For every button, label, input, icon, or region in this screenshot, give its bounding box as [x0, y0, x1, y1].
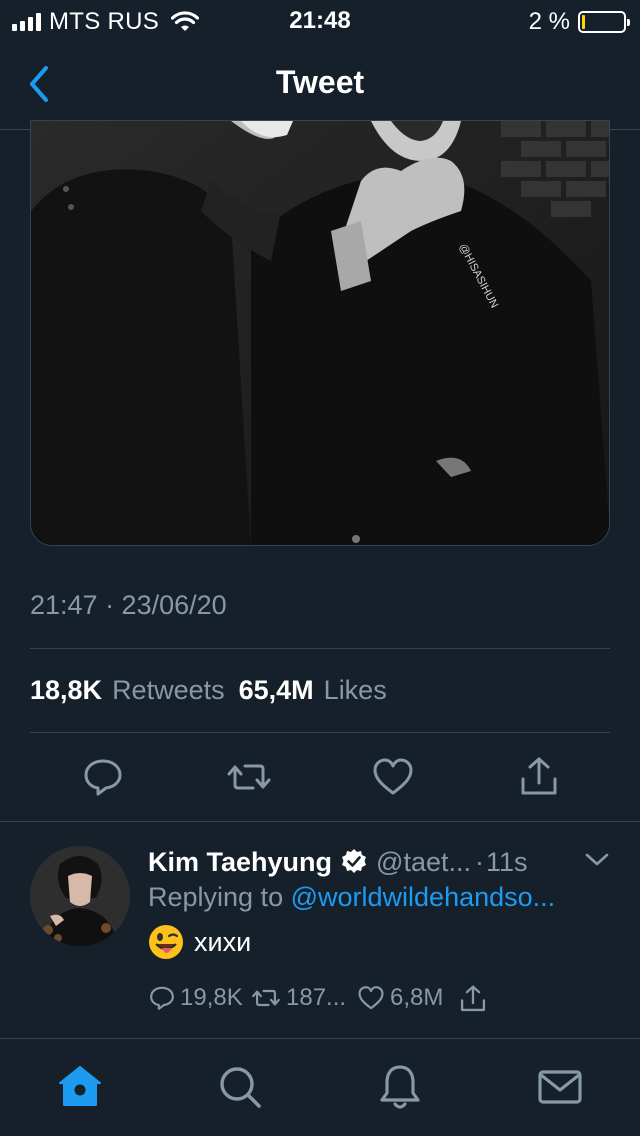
replying-prefix: Replying to: [148, 882, 284, 912]
battery-icon: [578, 11, 630, 33]
battery-percentage: 2 %: [528, 8, 570, 35]
tweet-detail-screen: MTS RUS 21:48 2 % Tweet @HISASIHUN 21:47…: [0, 0, 640, 1136]
reply-header: Kim Taehyung @taet... · 11s: [148, 844, 618, 880]
search-icon[interactable]: [216, 1063, 264, 1111]
photo-illustration: @HISASIHUN: [31, 121, 609, 545]
notifications-icon[interactable]: [376, 1063, 424, 1111]
retweet-count: 187...: [286, 984, 347, 1011]
divider: [30, 648, 610, 649]
likes-label[interactable]: Likes: [324, 675, 387, 706]
reply-body: хихи: [148, 924, 251, 960]
reply-tweet[interactable]: Kim Taehyung @taet... · 11s Replying to …: [0, 822, 640, 1038]
reply-icon[interactable]: [81, 755, 125, 799]
replying-to: Replying to @worldwildehandso...: [148, 882, 618, 913]
like-count: 6,8M: [390, 984, 444, 1011]
reply-retweet-button[interactable]: 187...: [250, 984, 346, 1012]
reply-time: 11s: [485, 846, 528, 877]
home-icon[interactable]: [56, 1063, 104, 1111]
page-title: Tweet: [275, 64, 365, 100]
share-icon: [460, 985, 486, 1012]
likes-count[interactable]: 65,4M: [239, 675, 314, 706]
status-right: 2 %: [528, 8, 630, 36]
author-handle[interactable]: @taet...: [376, 847, 471, 878]
share-icon[interactable]: [517, 755, 561, 799]
retweet-icon[interactable]: [227, 755, 271, 799]
reply-like-button[interactable]: 6,8M: [356, 984, 443, 1012]
reply-share-button[interactable]: [458, 984, 488, 1014]
messages-icon[interactable]: [536, 1063, 584, 1111]
like-icon[interactable]: [371, 755, 415, 799]
reply-count: 19,8K: [180, 984, 243, 1011]
navigation-bar: Tweet: [0, 42, 640, 130]
tweet-actions: [0, 755, 640, 799]
chevron-down-icon[interactable]: [584, 852, 610, 868]
reply-reply-button[interactable]: 19,8K: [148, 984, 243, 1012]
retweet-icon: [252, 989, 280, 1007]
reply-icon: [150, 986, 174, 1010]
author-name[interactable]: Kim Taehyung: [148, 847, 332, 878]
retweets-count[interactable]: 18,8K: [30, 675, 102, 706]
tweet-timestamp: 21:47 · 23/06/20: [30, 590, 227, 620]
like-icon: [358, 986, 384, 1010]
avatar[interactable]: [30, 846, 130, 946]
replying-mention-link[interactable]: @worldwildehandso...: [291, 882, 556, 912]
separator-dot: ·: [474, 846, 484, 877]
divider: [30, 732, 610, 733]
tweet-media-image[interactable]: @HISASIHUN: [30, 120, 610, 546]
reply-text: хихи: [194, 926, 252, 957]
reply-actions: 19,8K 187... 6,8M: [148, 984, 498, 1018]
retweets-label[interactable]: Retweets: [112, 675, 225, 706]
winking-tongue-emoji-icon: [149, 925, 183, 959]
tab-bar: [0, 1038, 640, 1136]
status-bar: MTS RUS 21:48 2 %: [0, 0, 640, 42]
battery-level: [582, 15, 585, 29]
tweet-stats: 18,8K Retweets 65,4M Likes: [30, 675, 391, 706]
verified-badge-icon: [342, 849, 367, 873]
